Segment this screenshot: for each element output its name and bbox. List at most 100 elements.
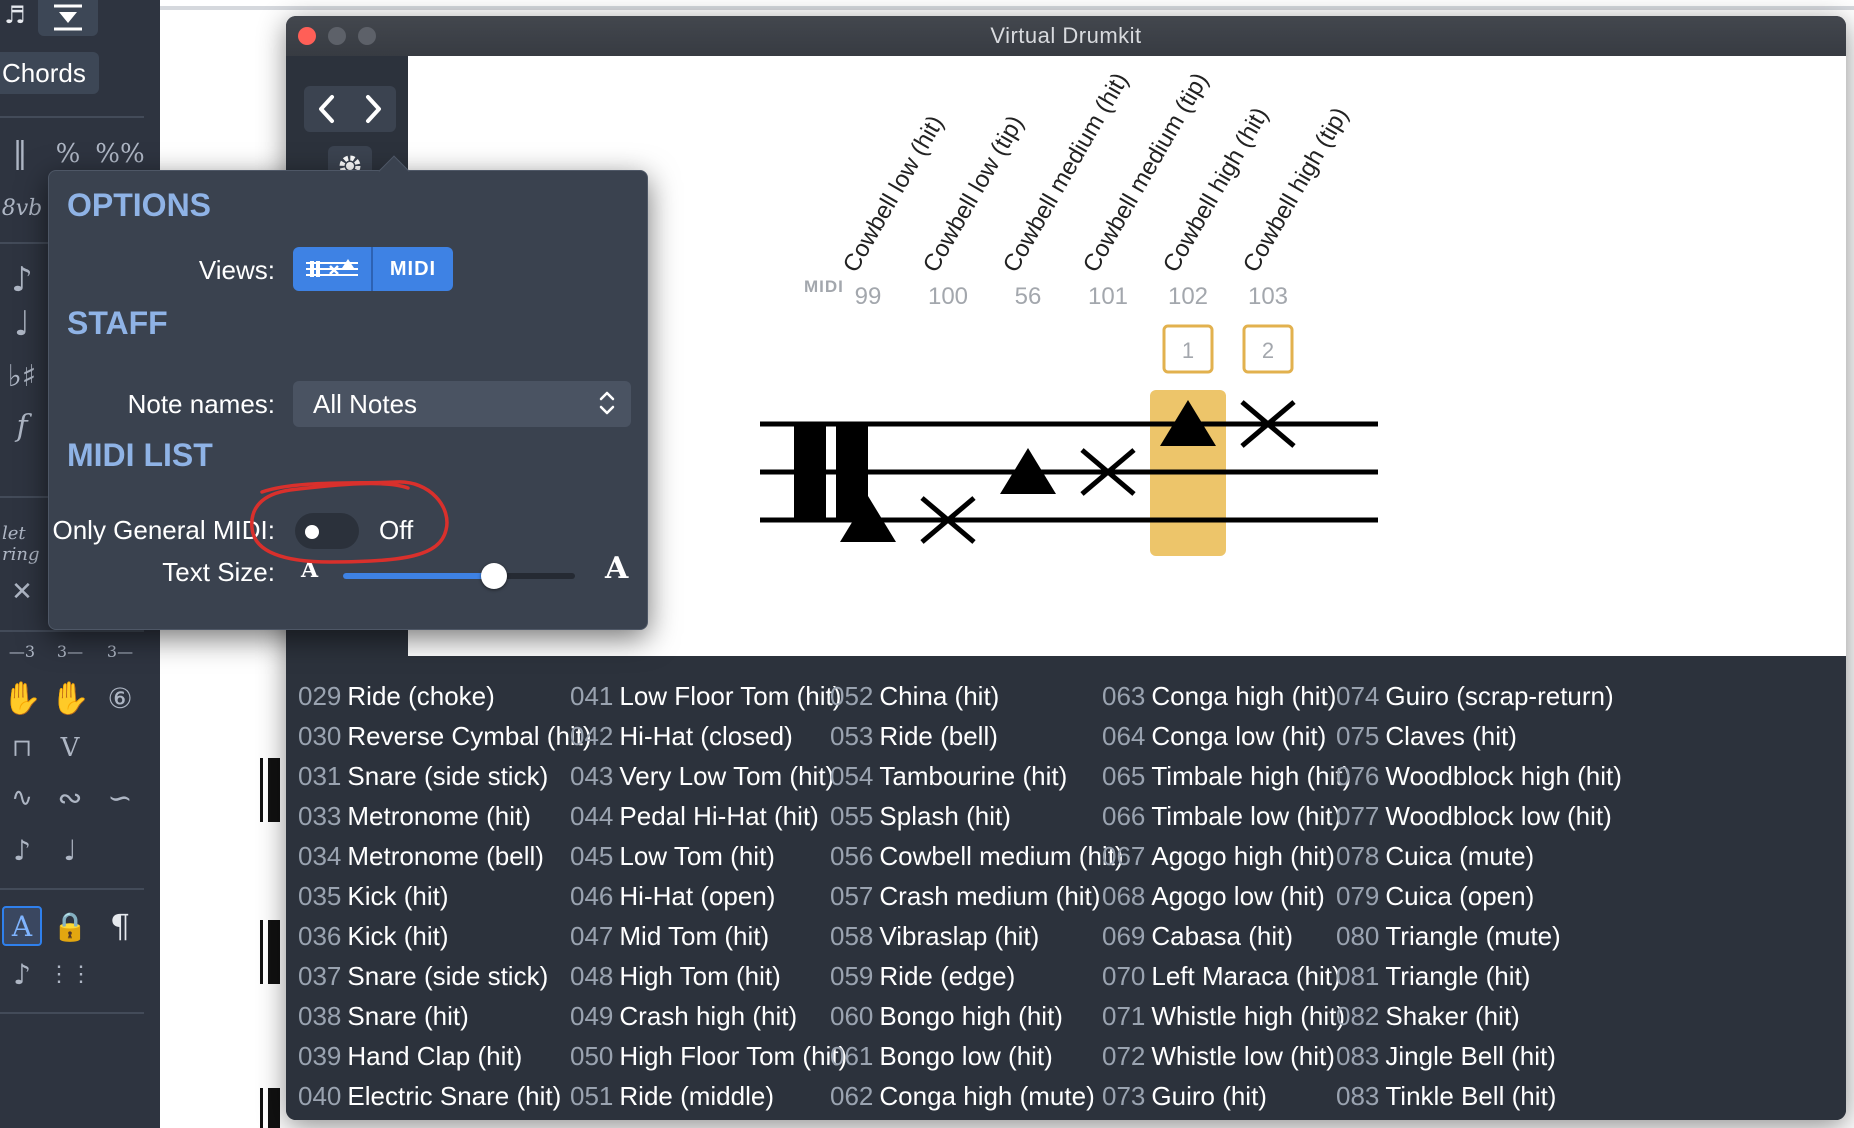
midi-list-item[interactable]: 078 Cuica (mute) xyxy=(1336,836,1622,876)
note-icon[interactable]: ♪ xyxy=(4,258,40,302)
tuplet-icon-2[interactable]: 3— xyxy=(50,636,90,666)
midi-list-item[interactable]: 030 Reverse Cymbal (hit) xyxy=(298,716,592,756)
midi-list-item[interactable]: 073 Guiro (hit) xyxy=(1102,1076,1351,1116)
midi-list-item[interactable]: 070 Left Maraca (hit) xyxy=(1102,956,1351,996)
midi-list-item[interactable]: 081 Triangle (hit) xyxy=(1336,956,1622,996)
repeat-bar-icon[interactable]: % xyxy=(50,136,86,172)
midi-list-item[interactable]: 071 Whistle high (hit) xyxy=(1102,996,1351,1036)
midi-list-item[interactable]: 057 Crash medium (hit) xyxy=(830,876,1124,916)
midi-list-item[interactable]: 072 Whistle low (hit) xyxy=(1102,1036,1351,1076)
score-icon[interactable]: ♬ xyxy=(0,0,30,30)
midi-list-item[interactable]: 046 Hi-Hat (open) xyxy=(570,876,847,916)
midi-list-item[interactable]: 068 Agogo low (hit) xyxy=(1102,876,1351,916)
spacing-icon[interactable]: ⋮⋮ xyxy=(48,952,92,996)
midi-list-item[interactable]: 080 Triangle (mute) xyxy=(1336,916,1622,956)
text-tool-icon[interactable]: A xyxy=(2,906,42,946)
next-button[interactable] xyxy=(350,86,396,132)
midi-list-item[interactable]: 038 Snare (hit) xyxy=(298,996,592,1036)
midi-list-item[interactable]: 082 Shaker (hit) xyxy=(1336,996,1622,1036)
midi-list-item[interactable]: 075 Claves (hit) xyxy=(1336,716,1622,756)
previous-button[interactable] xyxy=(304,86,350,132)
midi-list-item[interactable]: 074 Guiro (scrap-return) xyxy=(1336,676,1622,716)
midi-list-item[interactable]: 045 Low Tom (hit) xyxy=(570,836,847,876)
close-window-button[interactable] xyxy=(298,27,316,45)
midi-list-item[interactable]: 055 Splash (hit) xyxy=(830,796,1124,836)
midi-list-item[interactable]: 050 High Floor Tom (hit) xyxy=(570,1036,847,1076)
lock-icon[interactable]: 🔒 xyxy=(50,906,90,946)
note-names-select[interactable]: All Notes xyxy=(293,381,631,427)
turn-icon[interactable]: ∾ xyxy=(50,778,90,818)
note-asterisk-below-icon[interactable]: ♩ xyxy=(50,828,90,872)
midi-view-button[interactable]: MIDI xyxy=(373,247,453,291)
midi-list-item[interactable]: 083 Tinkle Bell (hit) xyxy=(1336,1076,1622,1116)
midi-list-item[interactable]: 043 Very Low Tom (hit) xyxy=(570,756,847,796)
midi-column: 074 Guiro (scrap-return) 075 Claves (hit) 07… xyxy=(1336,676,1622,1116)
midi-list-item[interactable]: 044 Pedal Hi-Hat (hit) xyxy=(570,796,847,836)
midi-list-item[interactable]: 060 Bongo high (hit) xyxy=(830,996,1124,1036)
midi-list-item[interactable]: 034 Metronome (bell) xyxy=(298,836,592,876)
midi-list-item[interactable]: 051 Ride (middle) xyxy=(570,1076,847,1116)
midi-list-item[interactable]: 035 Kick (hit) xyxy=(298,876,592,916)
midi-list-item[interactable]: 062 Conga high (mute) xyxy=(830,1076,1124,1116)
midi-list-item[interactable]: 061 Bongo low (hit) xyxy=(830,1036,1124,1076)
midi-list-item[interactable]: 063 Conga high (hit) xyxy=(1102,676,1351,716)
midi-list-item[interactable]: 064 Conga low (hit) xyxy=(1102,716,1351,756)
midi-list-item[interactable]: 076 Woodblock high (hit) xyxy=(1336,756,1622,796)
grace-note-icon[interactable]: ♪ xyxy=(2,952,42,996)
double-barline-icon[interactable]: ‖ xyxy=(8,130,32,176)
let-ring-icon[interactable]: let ring xyxy=(2,523,42,565)
inverted-turn-icon[interactable]: ∽ xyxy=(100,778,140,818)
minimize-window-button[interactable] xyxy=(328,27,346,45)
midi-list-item[interactable]: 033 Metronome (hit) xyxy=(298,796,592,836)
palette-top-button[interactable] xyxy=(38,0,98,36)
text-size-slider[interactable] xyxy=(343,563,575,589)
midi-list-item[interactable]: 059 Ride (edge) xyxy=(830,956,1124,996)
midi-list-item[interactable]: 066 Timbale low (hit) xyxy=(1102,796,1351,836)
midi-list-item[interactable]: 037 Snare (side stick) xyxy=(298,956,592,996)
slider-thumb[interactable] xyxy=(480,563,507,589)
midi-list-item[interactable]: 048 High Tom (hit) xyxy=(570,956,847,996)
midi-list-item[interactable]: 065 Timbale high (hit) xyxy=(1102,756,1351,796)
dynamics-icon[interactable]: f xyxy=(4,404,40,448)
midi-list-item[interactable]: 056 Cowbell medium (hit) xyxy=(830,836,1124,876)
zoom-window-button[interactable] xyxy=(358,27,376,45)
midi-list-item[interactable]: 052 China (hit) xyxy=(830,676,1124,716)
midi-list-item[interactable]: 077 Woodblock low (hit) xyxy=(1336,796,1622,836)
up-bow-icon[interactable]: V xyxy=(50,728,90,768)
midi-list-item[interactable]: 049 Crash high (hit) xyxy=(570,996,847,1036)
midi-list-item[interactable]: 029 Ride (choke) xyxy=(298,676,592,716)
midi-list-item[interactable]: 069 Cabasa (hit) xyxy=(1102,916,1351,956)
paragraph-icon[interactable]: ¶ xyxy=(100,906,140,946)
note-asterisk-icon[interactable]: ♪ xyxy=(2,828,42,872)
midi-list-item[interactable]: 079 Cuica (open) xyxy=(1336,876,1622,916)
vibrato-icon[interactable]: ∿ xyxy=(2,778,42,818)
midi-list-item[interactable]: 047 Mid Tom (hit) xyxy=(570,916,847,956)
midi-list-item[interactable]: 039 Hand Clap (hit) xyxy=(298,1036,592,1076)
tuplet-icon-1[interactable]: —3 xyxy=(2,636,42,666)
accidental-icon[interactable]: ♭♯ xyxy=(4,354,40,398)
midi-instrument-name: Low Floor Tom (hit) xyxy=(619,680,842,711)
ghost-note-icon[interactable]: ✕ xyxy=(4,572,40,612)
midi-list-item[interactable]: 031 Snare (side stick) xyxy=(298,756,592,796)
midi-list-item[interactable]: 053 Ride (bell) xyxy=(830,716,1124,756)
chords-button[interactable]: Chords xyxy=(0,52,99,94)
midi-list-item[interactable]: 036 Kick (hit) xyxy=(298,916,592,956)
repeat-two-bars-icon[interactable]: %% xyxy=(95,136,144,172)
right-hand-icon[interactable]: ✋ xyxy=(50,676,90,720)
midi-list-item[interactable]: 042 Hi-Hat (closed) xyxy=(570,716,847,756)
tuplet-icon-3[interactable]: 3— xyxy=(100,636,140,666)
midi-list-item[interactable]: 054 Tambourine (hit) xyxy=(830,756,1124,796)
window-titlebar[interactable]: Virtual Drumkit xyxy=(286,16,1846,56)
midi-list-item[interactable]: 041 Low Floor Tom (hit) xyxy=(570,676,847,716)
down-bow-icon[interactable]: ⊓ xyxy=(2,728,42,768)
tie-icon[interactable]: ♩ xyxy=(4,302,40,346)
octave-icon[interactable]: 8vb xyxy=(0,190,44,226)
midi-list-item[interactable]: 067 Agogo high (hit) xyxy=(1102,836,1351,876)
left-hand-icon[interactable]: ✋ xyxy=(2,676,42,720)
midi-list-item[interactable]: 083 Jingle Bell (hit) xyxy=(1336,1036,1622,1076)
only-general-midi-toggle[interactable] xyxy=(295,513,359,549)
midi-list-item[interactable]: 058 Vibraslap (hit) xyxy=(830,916,1124,956)
staff-view-button[interactable] xyxy=(293,247,373,291)
midi-list-item[interactable]: 040 Electric Snare (hit) xyxy=(298,1076,592,1116)
finger-six-icon[interactable]: ⑥ xyxy=(100,676,140,720)
